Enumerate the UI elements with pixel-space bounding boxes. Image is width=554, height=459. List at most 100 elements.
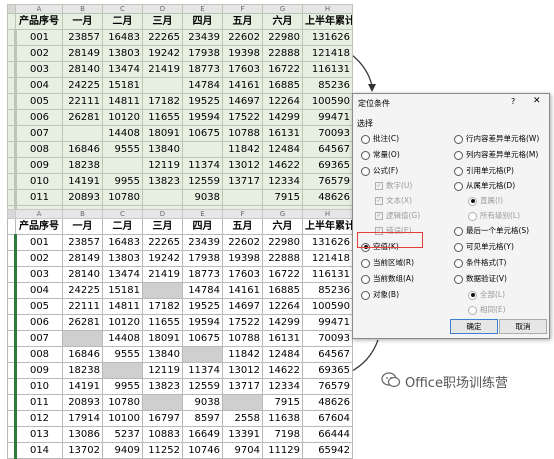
header-cell[interactable]: 六月	[262, 218, 303, 235]
data-cell[interactable]: 76579	[302, 378, 353, 395]
data-cell[interactable]: 19594	[182, 109, 223, 126]
data-cell[interactable]: 005	[14, 298, 63, 315]
data-cell[interactable]: 64567	[302, 141, 353, 158]
checkbox-numbers[interactable]: ✓ 数字(U)	[375, 180, 412, 191]
data-cell[interactable]: 13717	[222, 173, 263, 190]
data-cell[interactable]: 18773	[182, 61, 223, 78]
blank-cell[interactable]	[102, 157, 143, 174]
column-header-e[interactable]: E	[182, 4, 223, 14]
data-cell[interactable]: 16722	[262, 266, 303, 283]
option-direct-only[interactable]: 直属(I)	[468, 195, 503, 206]
data-cell[interactable]: 13391	[222, 426, 263, 443]
column-header-f[interactable]: F	[222, 4, 263, 14]
column-header-h[interactable]: H	[302, 4, 353, 14]
header-cell[interactable]: 六月	[262, 13, 303, 30]
data-cell[interactable]: 003	[14, 266, 63, 283]
data-cell[interactable]: 23857	[62, 234, 103, 251]
data-cell[interactable]: 22602	[222, 29, 263, 46]
data-cell[interactable]: 11842	[222, 141, 263, 158]
blank-cell[interactable]	[102, 362, 143, 379]
data-cell[interactable]: 18238	[62, 362, 103, 379]
data-cell[interactable]: 121418	[302, 45, 353, 62]
row-header[interactable]	[7, 442, 16, 459]
data-cell[interactable]: 22111	[62, 298, 103, 315]
data-cell[interactable]: 17938	[182, 250, 223, 267]
data-cell[interactable]: 100590	[302, 93, 353, 110]
select-all-corner[interactable]	[7, 209, 16, 219]
data-cell[interactable]: 15181	[102, 77, 143, 94]
data-cell[interactable]: 7915	[262, 189, 303, 206]
data-cell[interactable]: 009	[14, 157, 63, 174]
data-cell[interactable]: 9038	[182, 394, 223, 411]
data-cell[interactable]: 19525	[182, 93, 223, 110]
header-cell[interactable]: 二月	[102, 13, 143, 30]
data-cell[interactable]: 11129	[262, 442, 303, 459]
data-cell[interactable]: 13840	[142, 346, 183, 363]
data-cell[interactable]: 10675	[182, 330, 223, 347]
data-cell[interactable]: 14811	[102, 298, 143, 315]
data-cell[interactable]: 10883	[142, 426, 183, 443]
data-cell[interactable]: 13823	[142, 173, 183, 190]
blank-cell[interactable]	[222, 189, 263, 206]
data-cell[interactable]: 70093	[302, 330, 353, 347]
data-cell[interactable]: 14408	[102, 330, 143, 347]
data-cell[interactable]: 70093	[302, 125, 353, 142]
column-header-a[interactable]: A	[15, 4, 63, 14]
data-cell[interactable]: 17603	[222, 61, 263, 78]
data-cell[interactable]: 22111	[62, 93, 103, 110]
data-cell[interactable]: 23857	[62, 29, 103, 46]
cancel-button[interactable]: 取消	[499, 319, 547, 334]
column-header-a[interactable]: A	[15, 209, 63, 219]
data-cell[interactable]: 66444	[302, 426, 353, 443]
data-cell[interactable]: 16483	[102, 234, 143, 251]
data-cell[interactable]: 14697	[222, 93, 263, 110]
data-cell[interactable]: 7198	[262, 426, 303, 443]
data-cell[interactable]: 99471	[302, 314, 353, 331]
column-header-c[interactable]: C	[102, 4, 143, 14]
data-cell[interactable]: 10100	[102, 410, 143, 427]
data-cell[interactable]: 013	[14, 426, 63, 443]
data-cell[interactable]: 16885	[262, 77, 303, 94]
data-cell[interactable]: 11655	[142, 314, 183, 331]
data-cell[interactable]: 004	[14, 282, 63, 299]
row-header[interactable]	[7, 378, 16, 395]
data-cell[interactable]: 48626	[302, 189, 353, 206]
data-cell[interactable]: 13823	[142, 378, 183, 395]
row-header[interactable]	[7, 250, 16, 267]
data-cell[interactable]: 17182	[142, 93, 183, 110]
data-cell[interactable]: 24225	[62, 77, 103, 94]
data-cell[interactable]: 009	[14, 362, 63, 379]
data-cell[interactable]: 17182	[142, 298, 183, 315]
data-cell[interactable]: 10788	[222, 330, 263, 347]
data-cell[interactable]: 16722	[262, 61, 303, 78]
column-header-d[interactable]: D	[142, 4, 183, 14]
data-cell[interactable]: 116131	[302, 266, 353, 283]
data-cell[interactable]: 008	[14, 141, 63, 158]
header-cell[interactable]: 一月	[62, 218, 103, 235]
header-cell[interactable]: 产品序号	[15, 13, 63, 30]
data-cell[interactable]: 9704	[222, 442, 263, 459]
data-cell[interactable]: 18091	[142, 330, 183, 347]
row-header[interactable]	[7, 218, 16, 235]
data-cell[interactable]: 14622	[262, 157, 303, 174]
data-cell[interactable]: 85236	[302, 282, 353, 299]
data-cell[interactable]: 11638	[262, 410, 303, 427]
data-cell[interactable]: 14408	[102, 125, 143, 142]
row-header[interactable]	[7, 189, 16, 206]
data-cell[interactable]: 17603	[222, 266, 263, 283]
row-header[interactable]	[7, 109, 16, 126]
header-cell[interactable]: 五月	[222, 13, 263, 30]
row-header[interactable]	[7, 330, 16, 347]
data-cell[interactable]: 10780	[102, 394, 143, 411]
data-cell[interactable]: 20893	[62, 189, 103, 206]
data-cell[interactable]: 12119	[142, 362, 183, 379]
data-cell[interactable]: 14299	[262, 314, 303, 331]
data-cell[interactable]: 14161	[222, 77, 263, 94]
data-cell[interactable]: 001	[14, 234, 63, 251]
header-cell[interactable]: 上半年累计	[302, 13, 353, 30]
data-cell[interactable]: 76579	[302, 173, 353, 190]
blank-cell[interactable]	[142, 394, 183, 411]
option-comments[interactable]: 批注(C)	[361, 133, 399, 144]
data-cell[interactable]: 10780	[102, 189, 143, 206]
select-all-corner[interactable]	[7, 4, 16, 14]
